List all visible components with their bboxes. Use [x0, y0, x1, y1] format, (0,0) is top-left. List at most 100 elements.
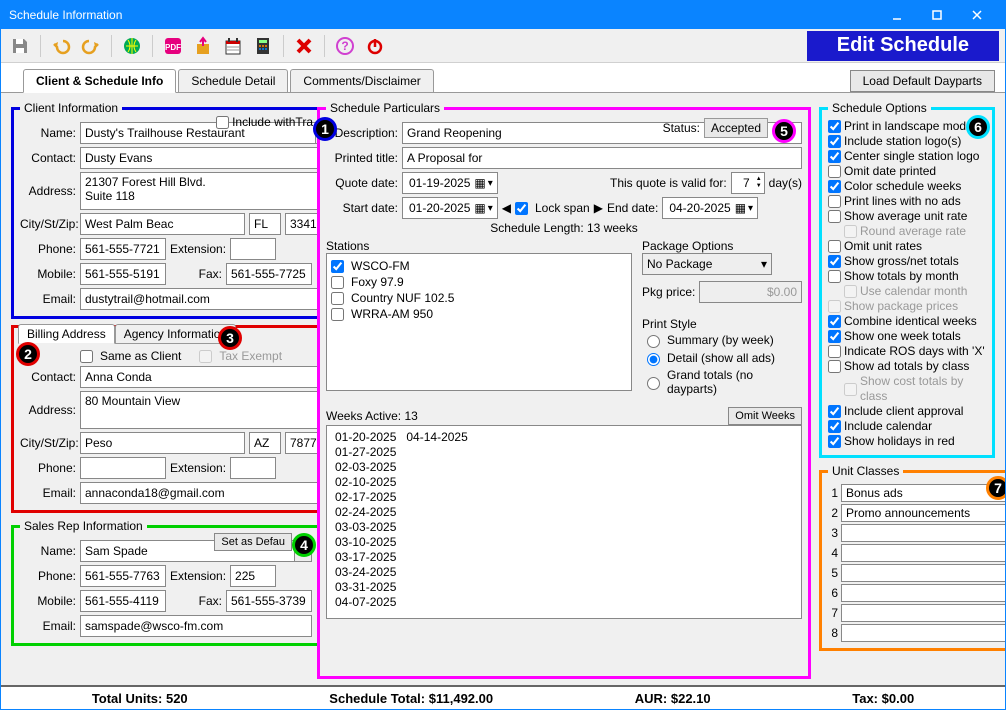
sales-mobile-input[interactable] [80, 590, 166, 612]
unit-class-input[interactable] [841, 544, 1006, 562]
schedule-option[interactable]: Include station logo(s) [828, 134, 986, 149]
billing-email-input[interactable] [80, 482, 333, 504]
station-item[interactable]: Foxy 97.9 [331, 274, 627, 290]
pdf-icon[interactable]: PDF [160, 33, 186, 59]
week-item[interactable]: 01-27-2025 [335, 445, 793, 460]
station-checkbox[interactable] [331, 276, 344, 289]
same-as-client-checkbox[interactable] [80, 350, 93, 363]
omit-weeks-button[interactable]: Omit Weeks [728, 407, 802, 425]
calendar-icon[interactable] [220, 33, 246, 59]
sales-phone-input[interactable] [80, 565, 166, 587]
station-item[interactable]: WSCO-FM [331, 258, 627, 274]
week-item[interactable]: 02-24-2025 [335, 505, 793, 520]
option-checkbox[interactable] [828, 435, 841, 448]
option-checkbox[interactable] [828, 150, 841, 163]
option-checkbox[interactable] [828, 180, 841, 193]
globe-icon[interactable] [119, 33, 145, 59]
unit-class-input[interactable] [841, 484, 1006, 502]
end-date-input[interactable]: 04-20-2025▦▾ [662, 197, 758, 219]
billing-phone-input[interactable] [80, 457, 166, 479]
status-value[interactable]: Accepted [704, 118, 768, 138]
schedule-option[interactable]: Omit date printed [828, 164, 986, 179]
option-checkbox[interactable] [828, 120, 841, 133]
station-item[interactable]: WRRA-AM 950 [331, 306, 627, 322]
start-date-input[interactable]: 01-20-2025▦▾ [402, 197, 498, 219]
client-mobile-input[interactable] [80, 263, 166, 285]
client-ext-input[interactable] [230, 238, 276, 260]
station-checkbox[interactable] [331, 292, 344, 305]
billing-city-input[interactable] [80, 432, 245, 454]
client-state-input[interactable] [249, 213, 281, 235]
week-item[interactable]: 02-10-2025 [335, 475, 793, 490]
include-with-traffic-checkbox[interactable] [216, 116, 229, 129]
schedule-option[interactable]: Omit unit rates [828, 239, 986, 254]
prev-arrow-icon[interactable]: ◀ [502, 201, 511, 215]
load-default-dayparts-button[interactable]: Load Default Dayparts [850, 70, 995, 92]
help-icon[interactable]: ? [332, 33, 358, 59]
week-item[interactable]: 03-10-2025 [335, 535, 793, 550]
power-icon[interactable] [362, 33, 388, 59]
week-item[interactable]: 03-03-2025 [335, 520, 793, 535]
schedule-option[interactable]: Print in landscape mode [828, 119, 986, 134]
schedule-option[interactable]: Show one week totals [828, 329, 986, 344]
edit-schedule-button[interactable]: Edit Schedule [807, 31, 999, 61]
option-checkbox[interactable] [828, 240, 841, 253]
sales-fax-input[interactable] [226, 590, 312, 612]
redo-icon[interactable] [78, 33, 104, 59]
stations-list[interactable]: WSCO-FMFoxy 97.9Country NUF 102.5WRRA-AM… [326, 253, 632, 391]
weeks-list[interactable]: 01-20-2025 04-14-202501-27-202502-03-202… [326, 425, 802, 619]
maximize-button[interactable] [917, 1, 957, 29]
schedule-option[interactable]: Print lines with no ads [828, 194, 986, 209]
quote-date-input[interactable]: 01-19-2025▦▾ [402, 172, 498, 194]
station-checkbox[interactable] [331, 260, 344, 273]
tab-comments[interactable]: Comments/Disclaimer [290, 69, 433, 92]
client-contact-input[interactable] [80, 147, 333, 169]
option-checkbox[interactable] [828, 360, 841, 373]
option-checkbox[interactable] [828, 315, 841, 328]
week-item[interactable]: 03-17-2025 [335, 550, 793, 565]
schedule-option[interactable]: Combine identical weeks [828, 314, 986, 329]
tab-schedule-detail[interactable]: Schedule Detail [178, 69, 288, 92]
option-checkbox[interactable] [828, 330, 841, 343]
close-button[interactable] [957, 1, 997, 29]
option-checkbox[interactable] [828, 420, 841, 433]
billing-contact-input[interactable] [80, 366, 333, 388]
unit-class-input[interactable] [841, 524, 1006, 542]
calendar-small-icon[interactable]: ▦ [474, 176, 485, 190]
unit-class-input[interactable] [841, 564, 1006, 582]
calendar-small-icon[interactable]: ▦ [474, 201, 485, 215]
ptitle-input[interactable] [402, 147, 802, 169]
schedule-option[interactable]: Show ad totals by class [828, 359, 986, 374]
minimize-button[interactable] [877, 1, 917, 29]
valid-days-spinner[interactable]: 7▲▼ [731, 172, 765, 194]
client-address-input[interactable]: 21307 Forest Hill Blvd. Suite 118 [80, 172, 333, 210]
print-style-grand-radio[interactable] [647, 377, 660, 390]
week-item[interactable]: 04-07-2025 [335, 595, 793, 610]
calendar-small-icon[interactable]: ▦ [735, 201, 746, 215]
station-item[interactable]: Country NUF 102.5 [331, 290, 627, 306]
sales-email-input[interactable] [80, 615, 312, 637]
undo-icon[interactable] [48, 33, 74, 59]
week-item[interactable]: 01-20-2025 04-14-2025 [335, 430, 793, 445]
schedule-option[interactable]: Center single station logo [828, 149, 986, 164]
delete-icon[interactable] [291, 33, 317, 59]
option-checkbox[interactable] [828, 405, 841, 418]
schedule-option[interactable]: Include client approval [828, 404, 986, 419]
export-icon[interactable] [190, 33, 216, 59]
schedule-option[interactable]: Show totals by month [828, 269, 986, 284]
print-style-detail-radio[interactable] [647, 353, 660, 366]
package-select[interactable]: No Package▾ [642, 253, 772, 275]
unit-class-input[interactable] [841, 624, 1006, 642]
billing-state-input[interactable] [249, 432, 281, 454]
tab-client-info[interactable]: Client & Schedule Info [23, 69, 176, 93]
station-checkbox[interactable] [331, 308, 344, 321]
set-as-default-button[interactable]: Set as Defau [214, 533, 292, 551]
next-arrow-icon[interactable]: ▶ [594, 201, 603, 215]
client-city-input[interactable] [80, 213, 245, 235]
print-style-summary-radio[interactable] [647, 335, 660, 348]
client-fax-input[interactable] [226, 263, 312, 285]
option-checkbox[interactable] [828, 195, 841, 208]
billing-address-input[interactable]: 80 Mountain View [80, 391, 333, 429]
sales-ext-input[interactable] [230, 565, 276, 587]
week-item[interactable]: 02-17-2025 [335, 490, 793, 505]
